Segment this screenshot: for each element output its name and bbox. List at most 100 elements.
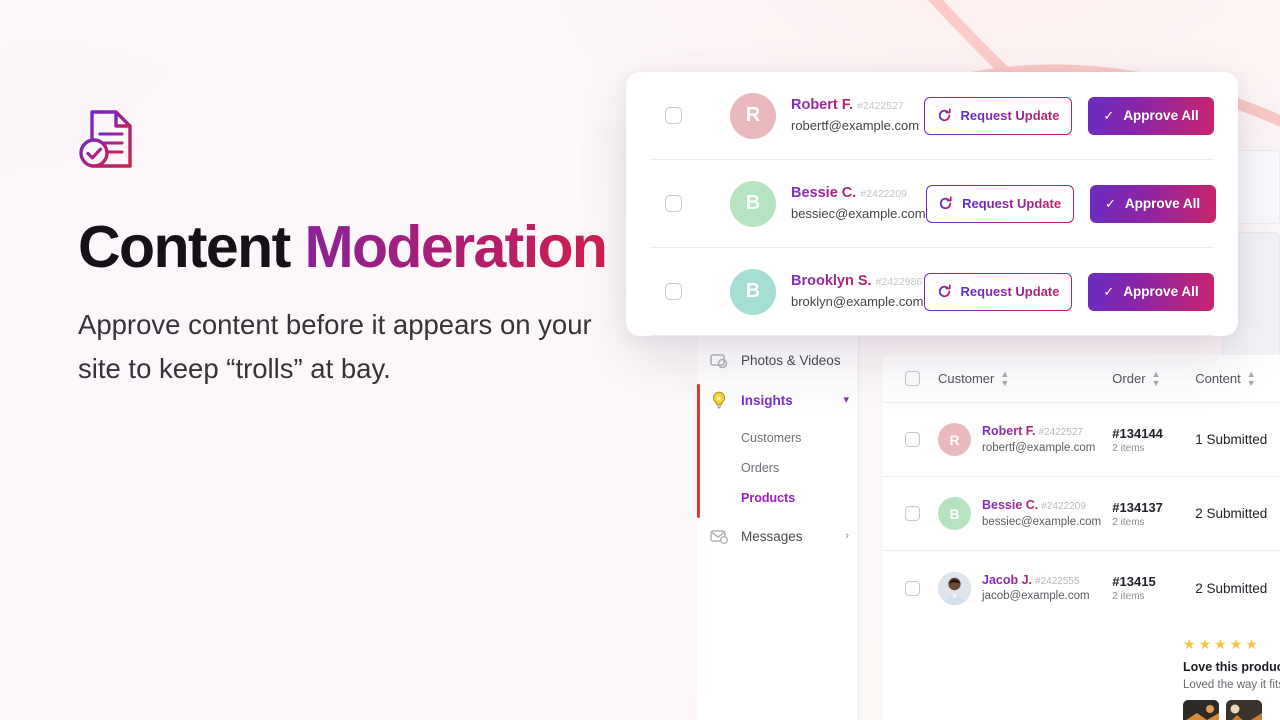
approval-row: B Brooklyn S. #2422986 broklyn@example.co… [650, 248, 1214, 336]
chevron-right-icon[interactable]: › [845, 530, 849, 542]
customer-id: #2422555 [1035, 575, 1080, 587]
sidebar-item-messages-label: Messages [741, 528, 803, 544]
sidebar-item-photos-videos[interactable]: Photos & Videos [709, 350, 849, 370]
row-checkbox[interactable] [665, 195, 682, 212]
customer-info: Robert F. #2422527 robertf@example.com [791, 96, 924, 136]
customer-info: Brooklyn S. #2422986 broklyn@example.com [791, 272, 924, 312]
customer-email: robertf@example.com [791, 117, 920, 133]
request-update-button[interactable]: Request Update [924, 97, 1072, 135]
order-items: 2 items [1112, 516, 1145, 528]
sidebar-subitem-orders[interactable]: Orders [741, 461, 779, 475]
hero-section: Content Moderation Approve content befor… [78, 108, 638, 392]
sidebar-subitem-products[interactable]: Products [741, 491, 795, 505]
page-title-accent: Moderation [304, 214, 608, 280]
star-icon: ★ [1229, 636, 1243, 652]
star-icon: ★ [1198, 636, 1212, 652]
table-row[interactable]: B Bessie C. #2422209 bessiec@example.com … [883, 477, 1280, 551]
sidebar-item-insights-label: Insights [741, 392, 793, 408]
avatar: B [938, 497, 971, 530]
row-checkbox[interactable] [665, 283, 682, 300]
sidebar-item-insights[interactable]: Insights ▾ [709, 390, 849, 410]
cell-customer: Jacob J. #2422555 jacob@example.com [938, 571, 1112, 605]
rating-stars: ★ ★ ★ ★ ★ [1183, 637, 1280, 651]
customer-name-text: Jacob J. [982, 572, 1033, 587]
row-checkbox[interactable] [905, 506, 920, 521]
sort-icon[interactable]: ▲ ▼ [1247, 369, 1256, 388]
approve-all-button[interactable]: ✓ Approve All [1088, 272, 1214, 311]
table-row[interactable]: Jacob J. #2422555 jacob@example.com #1341… [883, 551, 1280, 625]
sort-icon[interactable]: ▲ ▼ [1152, 369, 1161, 388]
approve-all-label: Approve All [1123, 108, 1199, 123]
approval-row: R Robert F. #2422527 robertf@example.com … [650, 72, 1214, 160]
review-body: Loved the way it fits [1183, 679, 1280, 691]
customer-name: Robert F. #2422527 [982, 423, 1095, 440]
customer-name-text: Bessie C. [982, 498, 1039, 513]
customer-name: Brooklyn S. #2422986 [791, 272, 924, 291]
sidebar-item-messages[interactable]: Messages › [709, 526, 849, 546]
request-update-button[interactable]: Request Update [924, 273, 1072, 311]
dashboard-sidebar: Photos & Videos Insights ▾ Customers Ord… [697, 300, 859, 720]
avatar-initial: R [949, 431, 960, 448]
check-icon: ✓ [1105, 196, 1116, 211]
column-header-content[interactable]: Content ▲ ▼ [1195, 369, 1280, 388]
row-checkbox[interactable] [905, 580, 920, 596]
page-subtitle: Approve content before it appears on you… [78, 308, 592, 385]
table-row[interactable]: R Robert F. #2422527 robertf@example.com … [883, 403, 1280, 477]
table-header-row: Customer ▲ ▼ Order ▲ ▼ Content ▲ ▼ [883, 355, 1280, 403]
avatar: B [730, 180, 776, 227]
cell-order: #13415 2 items [1112, 574, 1195, 602]
approve-all-button[interactable]: ✓ Approve All [1089, 184, 1216, 223]
chevron-down-icon[interactable]: ▾ [843, 394, 849, 406]
row-checkbox[interactable] [905, 432, 920, 447]
check-icon: ✓ [1103, 108, 1115, 123]
cell-content: 2 Submitted [1195, 580, 1268, 596]
review-title: Love this product [1183, 660, 1280, 674]
customer-id: #2422209 [1041, 501, 1086, 513]
customer-name-text: Brooklyn S. [791, 272, 872, 289]
review-thumbnails [1183, 700, 1280, 720]
customer-name-text: Robert F. [791, 96, 854, 113]
envelope-icon [710, 530, 728, 544]
order-number: #134137 [1112, 499, 1163, 515]
review-preview: ★ ★ ★ ★ ★ Love this product Loved the wa… [883, 625, 1280, 720]
sort-icon[interactable]: ▲ ▼ [1000, 369, 1009, 388]
review-thumbnail[interactable] [1183, 700, 1219, 720]
request-update-label: Request Update [960, 284, 1060, 299]
request-update-button[interactable]: Request Update [926, 185, 1074, 223]
customer-id: #2422527 [1038, 427, 1083, 439]
request-update-label: Request Update [962, 196, 1062, 211]
customer-email: robertf@example.com [982, 441, 1096, 454]
column-header-customer[interactable]: Customer ▲ ▼ [938, 369, 1112, 388]
approval-card: R Robert F. #2422527 robertf@example.com … [626, 72, 1238, 336]
order-number: #134144 [1112, 425, 1163, 441]
refresh-icon [938, 284, 951, 298]
avatar: R [730, 92, 776, 139]
customer-email: bessiec@example.com [982, 515, 1102, 528]
column-header-order-label: Order [1112, 371, 1146, 386]
order-items: 2 items [1112, 591, 1145, 602]
photo-video-icon [710, 354, 728, 369]
avatar [938, 571, 971, 605]
customer-email: jacob@example.com [982, 590, 1090, 603]
approval-row: B Bessie C. #2422209 bessiec@example.com … [650, 160, 1216, 248]
request-update-label: Request Update [960, 108, 1060, 123]
star-icon: ★ [1214, 636, 1227, 652]
cell-content: 2 Submitted [1195, 506, 1268, 521]
approve-all-label: Approve All [1123, 284, 1199, 299]
column-header-order[interactable]: Order ▲ ▼ [1112, 369, 1195, 388]
sidebar-subitem-customers[interactable]: Customers [741, 431, 801, 445]
customer-name: Robert F. #2422527 [791, 96, 924, 115]
avatar-initial: B [745, 280, 761, 302]
star-icon: ★ [1183, 636, 1196, 652]
column-header-customer-label: Customer [938, 371, 995, 386]
select-all-checkbox[interactable] [905, 371, 920, 386]
refresh-icon [938, 108, 951, 122]
customer-name: Bessie C. #2422209 [791, 184, 926, 203]
approve-all-button[interactable]: ✓ Approve All [1088, 96, 1214, 135]
avatar-initial: B [745, 192, 761, 214]
customer-name: Bessie C. #2422209 [982, 497, 1101, 514]
page-title-primary: Content [78, 214, 291, 280]
avatar: B [730, 268, 776, 315]
review-thumbnail[interactable] [1226, 700, 1262, 720]
row-checkbox[interactable] [665, 107, 682, 124]
